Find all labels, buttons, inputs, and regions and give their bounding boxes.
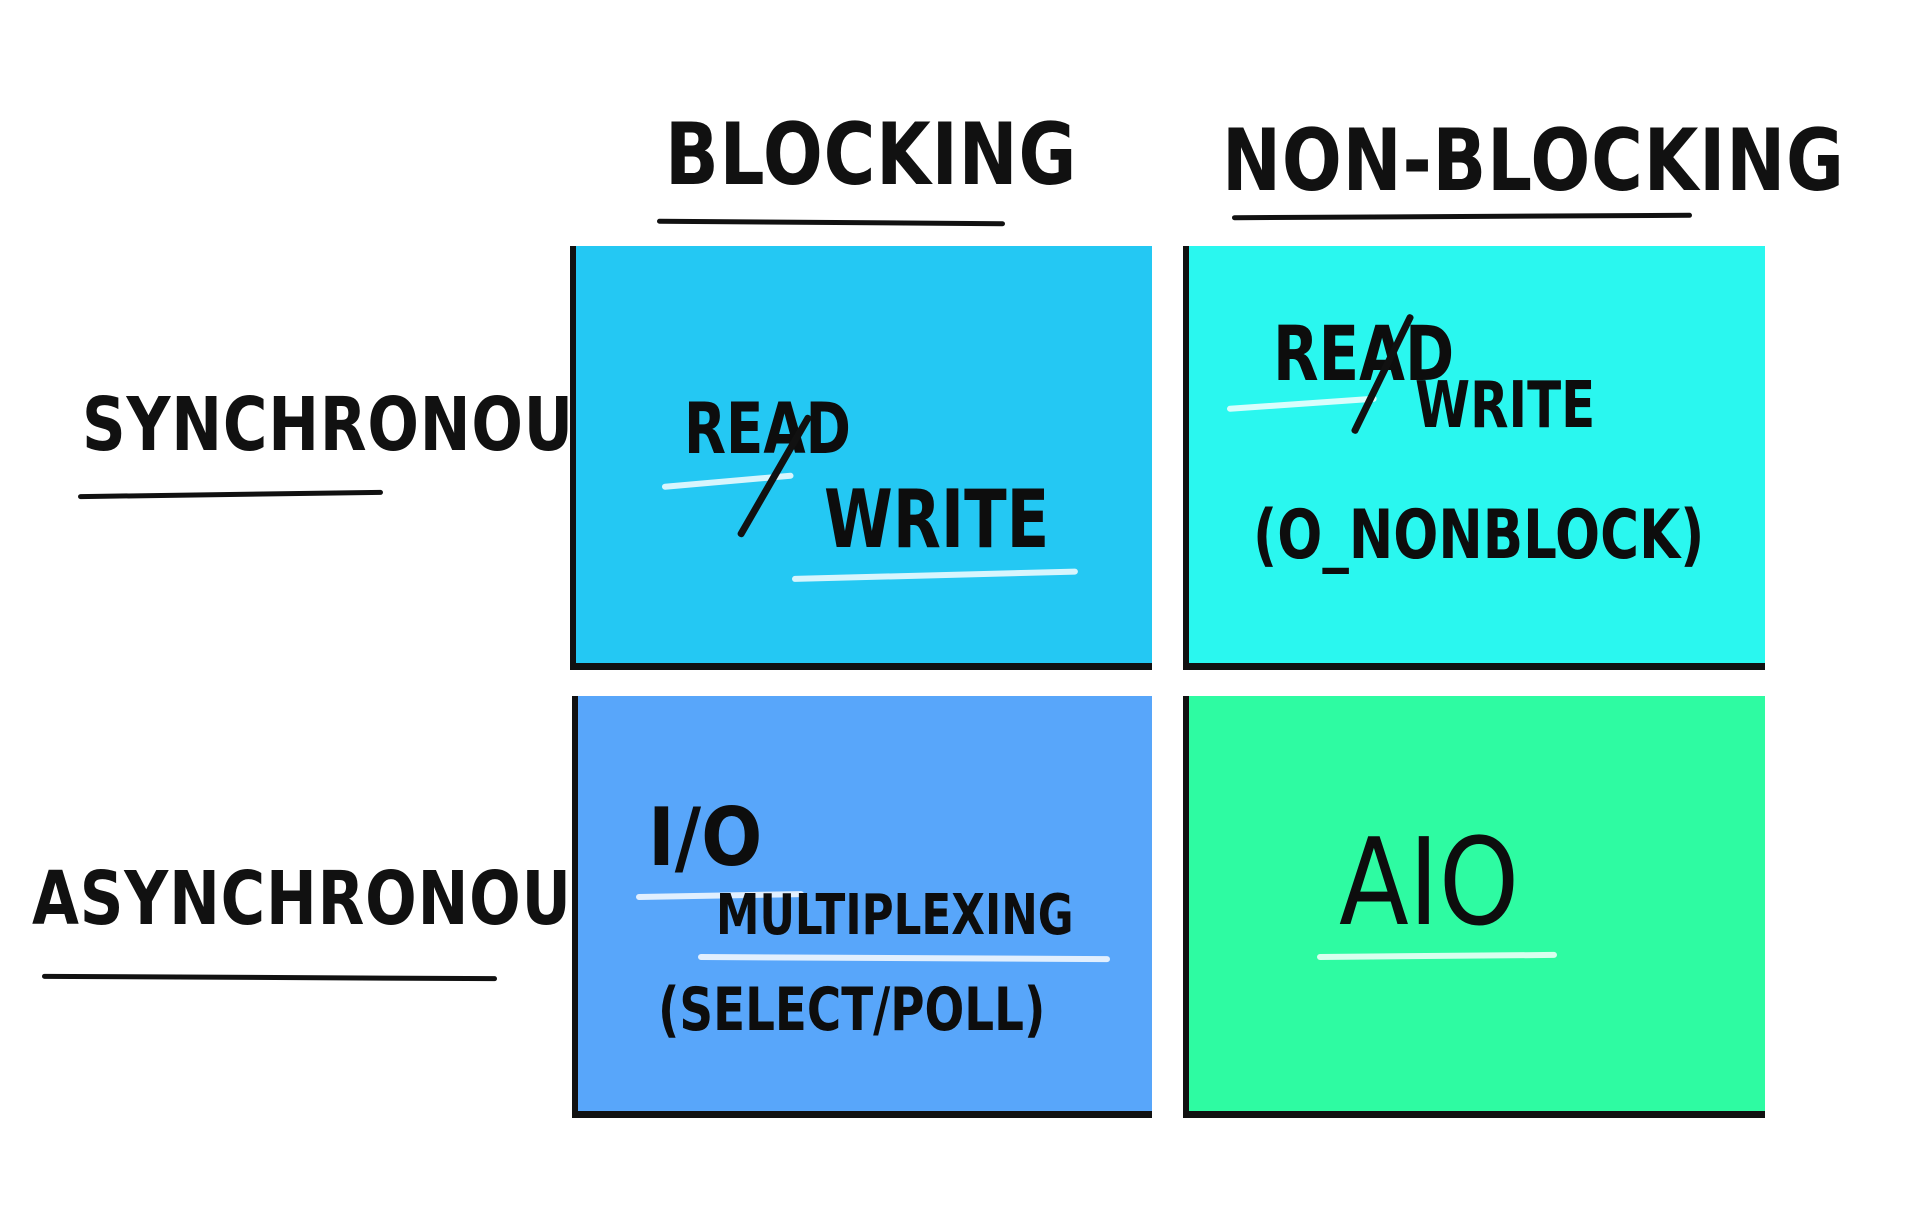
- chalk-underline: [1316, 951, 1558, 960]
- column-header-non-blocking-underline: [1231, 212, 1693, 221]
- cell-sync-nonblocking-write: WRITE: [1415, 369, 1596, 443]
- cell-async-nonblocking: AIO: [1183, 696, 1765, 1118]
- cell-async-nonblocking-aio: AIO: [1339, 814, 1520, 953]
- chalk-underline: [1226, 395, 1377, 412]
- row-header-asynchronous: ASYNCHRONOUS: [32, 856, 617, 942]
- cell-sync-nonblocking: READ WRITE (O_NONBLOCK): [1183, 246, 1765, 670]
- column-header-blocking-underline: [656, 218, 1006, 227]
- chalk-underline: [791, 568, 1078, 582]
- cell-sync-blocking-read: READ: [684, 388, 851, 470]
- row-header-synchronous: SYNCHRONOUS: [82, 382, 619, 468]
- column-header-blocking: BLOCKING: [665, 105, 1078, 205]
- chalk-underline: [697, 954, 1111, 963]
- row-header-asynchronous-underline: [41, 973, 498, 982]
- row-header-synchronous-underline: [77, 489, 384, 500]
- cell-sync-nonblocking-flag: (O_NONBLOCK): [1253, 496, 1705, 575]
- cell-async-blocking-select-poll: (SELECT/POLL): [658, 975, 1046, 1045]
- cell-async-blocking-multiplexing: MULTIPLEXING: [716, 883, 1074, 948]
- cell-async-blocking-io: I/O: [648, 791, 763, 884]
- cell-async-blocking: I/O MULTIPLEXING (SELECT/POLL): [572, 696, 1152, 1118]
- column-header-non-blocking: NON-BLOCKING: [1222, 111, 1845, 211]
- cell-sync-blocking-write: WRITE: [824, 473, 1050, 566]
- cell-sync-blocking: READ WRITE: [570, 246, 1152, 670]
